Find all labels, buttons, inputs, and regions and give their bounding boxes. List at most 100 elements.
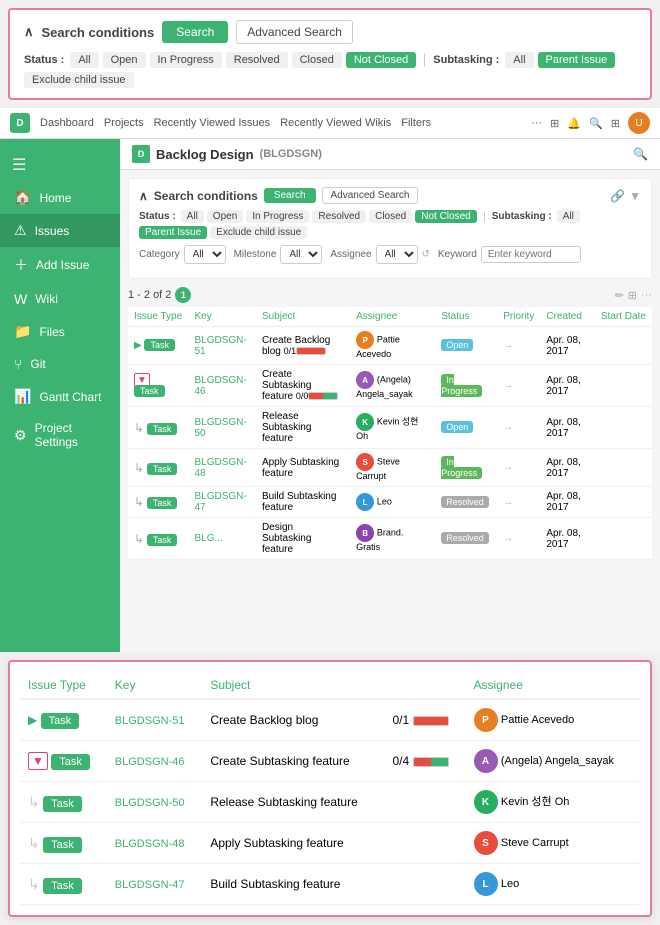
- inner-link-icon[interactable]: 🔗: [610, 189, 625, 203]
- inner-subtask-exclude[interactable]: Exclude child issue: [210, 226, 307, 239]
- issue-key-link[interactable]: BLGDSGN-48: [194, 457, 246, 479]
- zh-assignee: Assignee: [466, 672, 640, 699]
- top-status-resolved[interactable]: Resolved: [226, 52, 288, 68]
- inner-subtask-parent[interactable]: Parent Issue: [139, 226, 207, 239]
- issue-key-link[interactable]: BLGDSGN-51: [194, 335, 246, 357]
- th-key: Key: [188, 307, 255, 327]
- inner-status-closed[interactable]: Closed: [369, 210, 412, 223]
- sidebar-item-files[interactable]: 📁 Files: [0, 315, 120, 348]
- filter-refresh-icon[interactable]: ↺: [422, 249, 430, 260]
- nav-filters[interactable]: Filters: [401, 117, 431, 129]
- top-status-inprogress[interactable]: In Progress: [150, 52, 222, 68]
- z-assignee-name: Leo: [501, 878, 519, 890]
- top-divider: [424, 53, 425, 67]
- issue-key-link[interactable]: BLGDSGN-46: [194, 375, 246, 397]
- top-advanced-button[interactable]: Advanced Search: [236, 20, 353, 44]
- assignee-avatar: A: [356, 371, 374, 389]
- nav-view-icon[interactable]: ⊞: [550, 117, 559, 130]
- inner-subtasking-label: Subtasking :: [492, 211, 552, 222]
- assignee-avatar: S: [356, 453, 374, 471]
- filter-milestone-select[interactable]: All: [280, 245, 322, 264]
- z-key-link[interactable]: BLGDSGN-51: [115, 715, 185, 727]
- top-status-all[interactable]: All: [70, 52, 98, 68]
- sidebar-item-home[interactable]: 🏠 Home: [0, 181, 120, 214]
- status-badge: In Progress: [441, 456, 482, 479]
- inner-filter-icon[interactable]: ▼: [629, 189, 641, 203]
- filter-category-select[interactable]: All: [184, 245, 226, 264]
- nav-search-icon[interactable]: 🔍: [589, 117, 603, 130]
- z-issue-type: Task: [51, 754, 90, 770]
- issue-key-link[interactable]: BLG...: [194, 533, 222, 544]
- more-icon[interactable]: ···: [641, 289, 652, 302]
- assignee-avatar: L: [356, 493, 374, 511]
- nav-projects[interactable]: Projects: [104, 117, 144, 129]
- inner-search-title-text: Search conditions: [154, 189, 258, 203]
- top-search-button[interactable]: Search: [162, 21, 228, 43]
- sidebar-item-git[interactable]: ⑂ Git: [0, 348, 120, 380]
- z-key-link[interactable]: BLGDSGN-50: [115, 797, 185, 809]
- nav-grid-icon[interactable]: ⊞: [611, 117, 620, 130]
- z-key-link[interactable]: BLGDSGN-48: [115, 838, 185, 850]
- sidebar-item-issues[interactable]: ⚠ Issues: [0, 214, 120, 247]
- nav-dashboard[interactable]: Dashboard: [40, 117, 94, 129]
- z-key-link[interactable]: BLGDSGN-47: [115, 879, 185, 891]
- top-status-notclosed[interactable]: Not Closed: [346, 52, 416, 68]
- z-indent-icon: ↳: [28, 876, 40, 892]
- issue-type-tag: Task: [147, 423, 178, 435]
- z-avatar: K: [474, 790, 498, 814]
- z-issue-type: Task: [43, 878, 82, 894]
- top-subtasking-all[interactable]: All: [505, 52, 533, 68]
- sidebar-item-settings[interactable]: ⚙ Project Settings: [0, 413, 120, 457]
- content-search-icon[interactable]: 🔍: [633, 147, 648, 161]
- table-row: ↳ Task BLGDSGN-50 Release Subtasking fea…: [128, 407, 652, 449]
- filter-assignee-select[interactable]: All: [376, 245, 418, 264]
- top-status-closed[interactable]: Closed: [292, 52, 342, 68]
- home-icon: 🏠: [14, 189, 31, 206]
- inner-advanced-button[interactable]: Advanced Search: [322, 187, 419, 204]
- nav-more-icon[interactable]: ···: [531, 117, 542, 129]
- table-row: ▼ Task BLGDSGN-46 Create Subtasking feat…: [128, 365, 652, 407]
- filter-row: Category All Milestone All Assignee All …: [139, 245, 641, 264]
- top-search-title-text: Search conditions: [42, 25, 155, 40]
- nav-recently-wikis[interactable]: Recently Viewed Wikis: [280, 117, 391, 129]
- z-expand-down-icon[interactable]: ▼: [28, 752, 48, 770]
- top-subtasking-exclude[interactable]: Exclude child issue: [24, 72, 134, 88]
- progress-text: 0/0: [296, 391, 309, 401]
- filter-assignee: Assignee All ↺: [330, 245, 430, 264]
- issue-key-link[interactable]: BLGDSGN-47: [194, 491, 246, 513]
- edit-icon[interactable]: ✏: [615, 289, 624, 302]
- top-search-conditions: ∧ Search conditions Search Advanced Sear…: [8, 8, 652, 100]
- top-subtasking-parent[interactable]: Parent Issue: [538, 52, 616, 68]
- z-progress-bar: [413, 757, 449, 767]
- issue-key-link[interactable]: BLGDSGN-50: [194, 417, 246, 439]
- bottom-zoom-panel: Issue Type Key Subject Assignee ▶ Task B…: [8, 660, 652, 917]
- nav-recently-issues[interactable]: Recently Viewed Issues: [154, 117, 271, 129]
- sidebar-item-wiki[interactable]: W Wiki: [0, 283, 120, 315]
- inner-status-open[interactable]: Open: [207, 210, 243, 223]
- z-indent-icon: ↳: [28, 794, 40, 810]
- inner-status-notclosed[interactable]: Not Closed: [415, 210, 476, 223]
- z-expand-icon[interactable]: ▶: [28, 713, 37, 727]
- layout-icon[interactable]: ⊞: [628, 289, 637, 302]
- filter-keyword-input[interactable]: [481, 246, 581, 263]
- inner-subtask-all[interactable]: All: [557, 210, 580, 223]
- expand-arrow[interactable]: ▶: [134, 340, 142, 351]
- table-row: ↳ Task BLG... Design Subtasking feature …: [128, 518, 652, 560]
- nav-bell-icon[interactable]: 🔔: [567, 117, 581, 130]
- th-subject: Subject: [256, 307, 350, 327]
- settings-icon: ⚙: [14, 427, 27, 444]
- issue-type-tag: Task: [147, 463, 178, 475]
- z-key-link[interactable]: BLGDSGN-46: [115, 756, 185, 768]
- inner-status-resolved[interactable]: Resolved: [312, 210, 366, 223]
- sidebar-item-addissue[interactable]: ＋ Add Issue: [0, 247, 120, 283]
- filter-milestone-label: Milestone: [234, 249, 277, 260]
- status-badge: Resolved: [441, 532, 489, 544]
- inner-status-all[interactable]: All: [181, 210, 204, 223]
- sidebar-hamburger[interactable]: ☰: [0, 149, 120, 181]
- nav-avatar[interactable]: U: [628, 112, 650, 134]
- filter-keyword-label: Keyword: [438, 249, 477, 260]
- inner-search-button[interactable]: Search: [264, 188, 316, 203]
- top-status-open[interactable]: Open: [103, 52, 146, 68]
- inner-status-inprogress[interactable]: In Progress: [246, 210, 309, 223]
- sidebar-item-gantt[interactable]: 📊 Gantt Chart: [0, 380, 120, 413]
